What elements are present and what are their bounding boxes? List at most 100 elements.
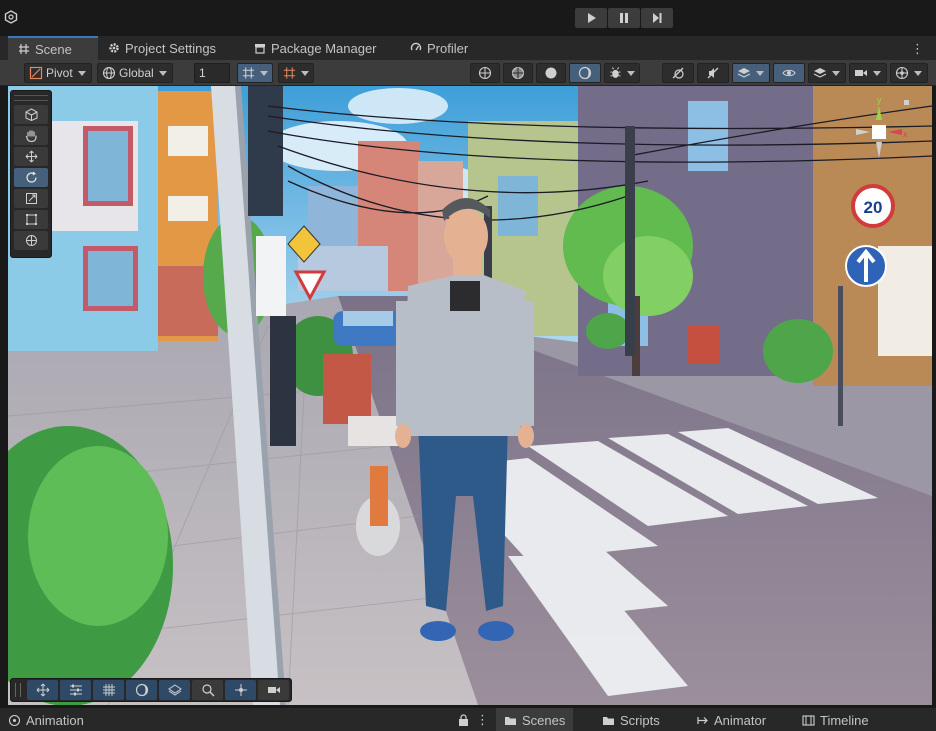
tab-scene[interactable]: Scene [8, 36, 98, 60]
rotate-tool-button[interactable] [14, 168, 48, 187]
shaded-wire-sphere-icon [511, 66, 525, 80]
shading-wireframe-button[interactable] [470, 63, 500, 83]
debug-draw-mode-button[interactable] [604, 63, 640, 83]
lighting-off-icon [672, 67, 684, 79]
tab-timeline[interactable]: Timeline [794, 708, 877, 731]
bottom-tab-bar: Animation ⋮ Scenes Scripts Animator Time… [0, 707, 936, 731]
profiler-icon [410, 42, 422, 51]
play-button[interactable] [575, 8, 607, 28]
camera-dropdown[interactable] [849, 63, 887, 83]
tool-palette-grip[interactable] [14, 95, 48, 101]
step-button[interactable] [641, 8, 673, 28]
grid-size-input[interactable] [194, 63, 230, 83]
tab-label: Timeline [820, 712, 869, 728]
overlay-camera-button[interactable] [258, 680, 289, 700]
unity-cloud-icon[interactable] [4, 10, 18, 24]
grid-visibility-button[interactable] [278, 63, 314, 83]
svg-text:20: 20 [864, 198, 883, 217]
pause-button[interactable] [608, 8, 640, 28]
more-options-icon[interactable]: ⋮ [911, 41, 924, 57]
play-icon [588, 13, 596, 23]
view-tool-button[interactable] [14, 105, 48, 124]
overlay-settings-button[interactable] [60, 680, 91, 700]
pivot-label: Pivot [46, 66, 73, 80]
tab-label: Package Manager [271, 40, 377, 56]
lock-icon[interactable] [458, 714, 469, 726]
tab-label: Scenes [522, 712, 566, 728]
move-tool-button[interactable] [14, 147, 48, 166]
overlay-navmesh-button[interactable] [159, 680, 190, 700]
tab-animation[interactable]: Animation [0, 708, 92, 731]
orientation-gizmo[interactable]: y x [848, 94, 910, 164]
chevron-down-icon [301, 70, 309, 76]
transform-icon [234, 684, 247, 696]
transform-icon [25, 235, 37, 246]
tab-scenes[interactable]: Scenes [496, 708, 574, 731]
step-icon [653, 13, 662, 23]
tab-scripts[interactable]: Scripts [594, 708, 668, 731]
gizmos-icon [895, 66, 909, 80]
audio-toggle-button[interactable] [697, 63, 729, 83]
layers-icon [813, 68, 827, 78]
overlay-search-button[interactable] [192, 680, 223, 700]
gizmos-dropdown[interactable] [890, 63, 928, 83]
search-icon [201, 684, 214, 697]
overlay-grip[interactable] [15, 683, 21, 697]
transform-tool-button[interactable] [14, 231, 48, 250]
gizmo-x-label: x [903, 129, 908, 139]
chevron-down-icon [873, 70, 881, 76]
scale-tool-button[interactable] [14, 189, 48, 208]
tab-label: Project Settings [125, 40, 217, 56]
overlay-shading-button[interactable] [126, 680, 157, 700]
lock-icon[interactable] [904, 100, 909, 105]
grid-snap-icon [242, 67, 255, 79]
overlay-grid-button[interactable] [93, 680, 124, 700]
move-icon [25, 150, 37, 163]
wireframe-sphere-icon [478, 66, 492, 80]
pivot-icon [29, 66, 43, 80]
scene-visibility-button[interactable] [773, 63, 805, 83]
scene-viewport[interactable]: 20 [8, 86, 932, 705]
effects-dropdown[interactable] [732, 63, 770, 83]
grid-visibility-icon [283, 67, 296, 79]
grid-icon [19, 44, 29, 54]
layers-dropdown[interactable] [808, 63, 846, 83]
tab-label: Profiler [427, 40, 469, 56]
tab-animator[interactable]: Animator [688, 708, 774, 731]
camera-icon [267, 687, 280, 693]
shading-shaded-wireframe-button[interactable] [503, 63, 533, 83]
more-options-icon[interactable]: ⋮ [476, 712, 489, 728]
snap-increment-button[interactable] [237, 63, 273, 83]
tab-project-settings[interactable]: Project Settings [108, 36, 216, 60]
audio-off-icon [707, 67, 719, 79]
hand-icon [25, 130, 37, 142]
shaded-sphere-icon [545, 67, 557, 79]
rect-transform-icon [25, 214, 37, 225]
tab-label: Animator [714, 712, 767, 728]
overlay-transform-button[interactable] [225, 680, 256, 700]
2d-toggle-button[interactable] [662, 63, 694, 83]
top-play-bar [0, 0, 936, 36]
scene-toolbar: Pivot Global [0, 60, 936, 86]
editor-tab-strip: Scene Project Settings Package Manager P… [0, 36, 936, 60]
pivot-dropdown[interactable]: Pivot [24, 63, 92, 83]
tab-profiler[interactable]: Profiler [410, 36, 468, 60]
global-dropdown[interactable]: Global [97, 63, 173, 83]
tab-package-manager[interactable]: Package Manager [254, 36, 377, 60]
eye-icon [782, 69, 796, 77]
camera-icon [855, 70, 867, 76]
scene-render[interactable]: 20 [8, 86, 932, 705]
chevron-down-icon [260, 70, 268, 76]
sliders-icon [69, 684, 82, 696]
shading-rendered-button[interactable] [569, 63, 601, 83]
folder-icon [505, 716, 516, 725]
tool-palette [10, 90, 52, 258]
gear-icon [109, 43, 119, 53]
shading-shaded-button[interactable] [536, 63, 566, 83]
hand-tool-button[interactable] [14, 126, 48, 145]
chevron-down-icon [77, 70, 86, 76]
animation-icon [8, 714, 21, 726]
chevron-down-icon [158, 70, 167, 76]
overlay-move-button[interactable] [27, 680, 58, 700]
rect-tool-button[interactable] [14, 210, 48, 229]
